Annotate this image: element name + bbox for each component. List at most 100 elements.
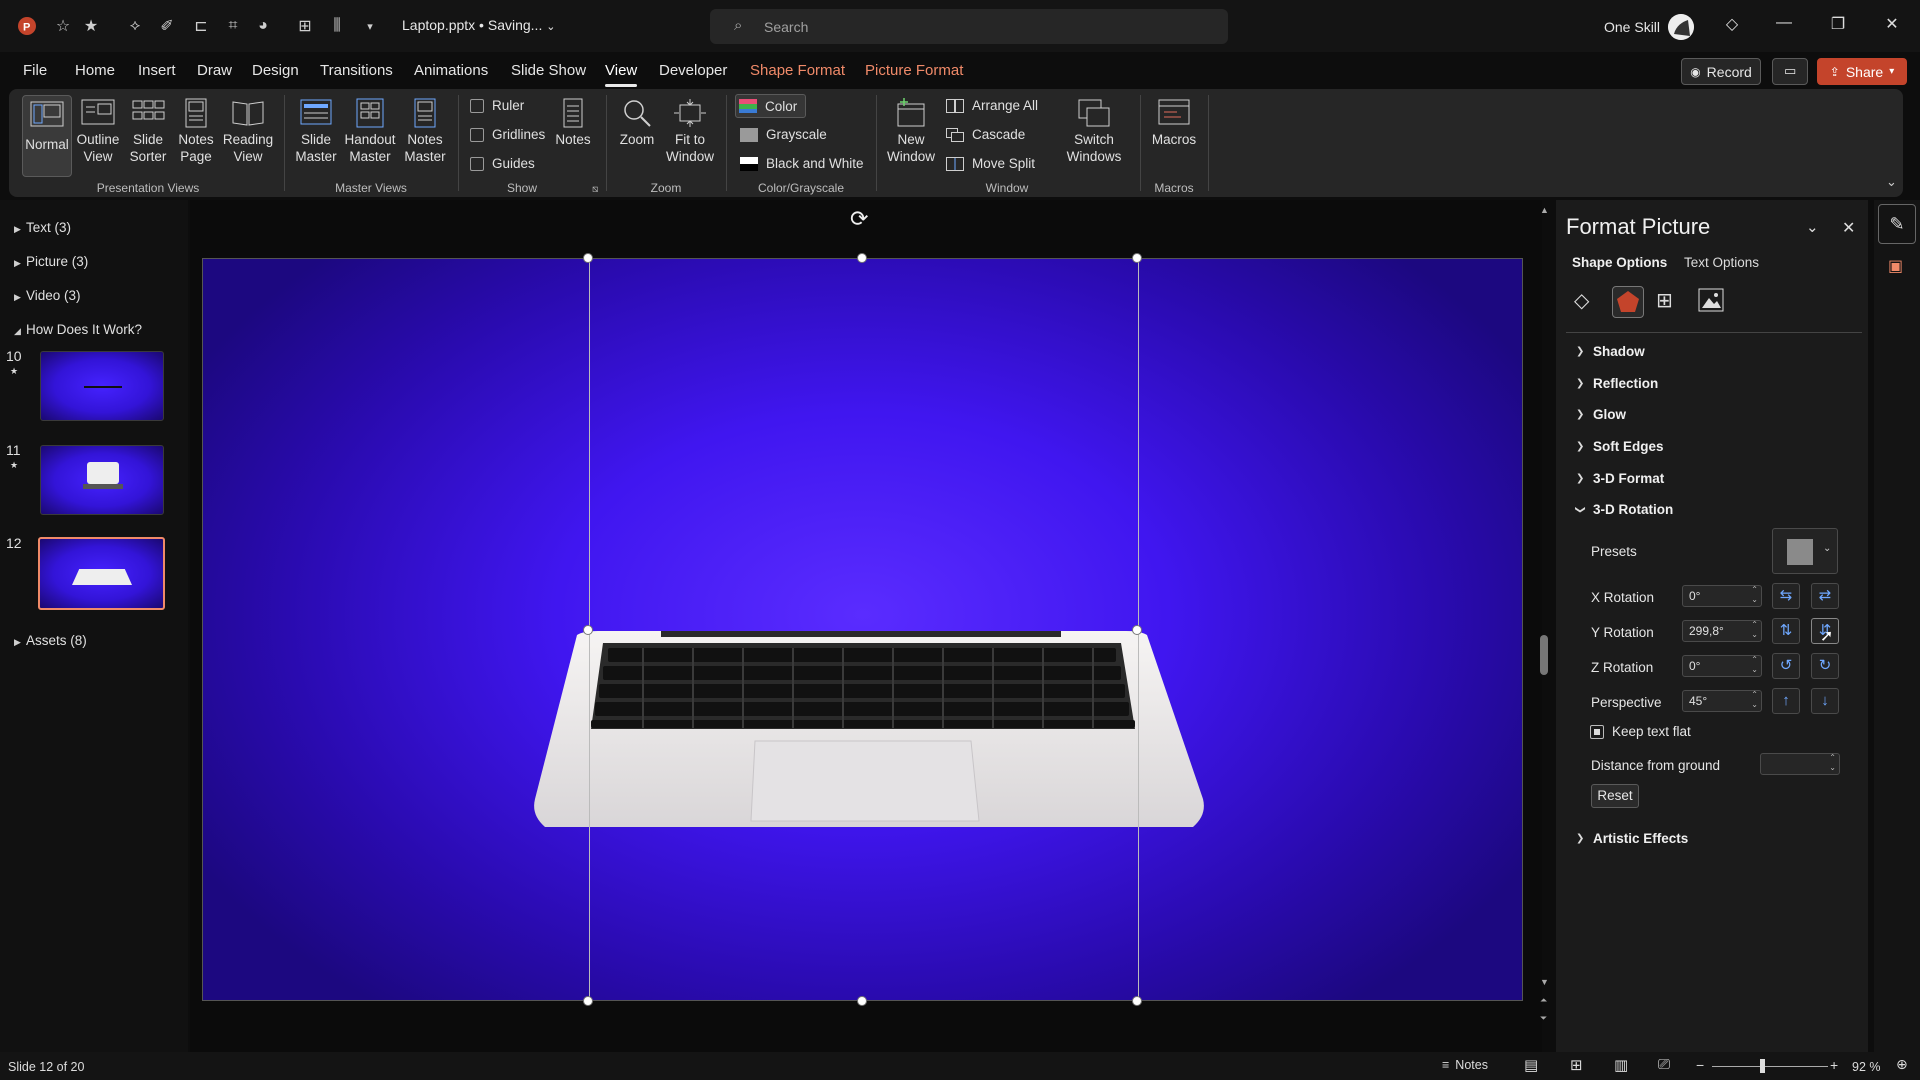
favorite-icon[interactable]: ★ (80, 15, 102, 37)
zoom-in-icon[interactable]: + (1830, 1057, 1838, 1073)
shape-icon[interactable]: ⟡ (124, 15, 146, 37)
y-rotate-up-icon[interactable]: ⇅ (1772, 618, 1800, 644)
perspective-increase-icon[interactable]: ↑ (1772, 688, 1800, 714)
minimize-button[interactable]: — (1772, 14, 1796, 38)
tab-slide-show[interactable]: Slide Show (511, 62, 586, 79)
autosave-icon[interactable]: ☆ (52, 15, 74, 37)
tab-draw[interactable]: Draw (197, 62, 232, 79)
section-text[interactable]: ▶ Text (3) (14, 220, 71, 235)
resize-handle[interactable] (583, 253, 593, 263)
crop-icon[interactable]: ⌗ (222, 15, 244, 37)
zoom-slider-thumb[interactable] (1760, 1059, 1765, 1073)
zoom-slider[interactable] (1712, 1066, 1828, 1067)
fit-slide-icon[interactable]: ⊕ (1896, 1056, 1908, 1073)
pane-options-chevron-icon[interactable]: ⌄ (1806, 218, 1819, 236)
format-pane-toggle-icon[interactable]: ✎ (1878, 204, 1916, 244)
glow-section[interactable]: ❯ Glow (1576, 407, 1626, 422)
resize-handle[interactable] (583, 996, 593, 1006)
resize-handle[interactable] (1132, 253, 1142, 263)
slide-sorter-button[interactable]: Slide Sorter (124, 98, 172, 165)
resize-handle[interactable] (1132, 996, 1142, 1006)
search-box[interactable]: ⌕ Search (710, 9, 1228, 44)
arrange-icon[interactable]: ⊞ (294, 15, 316, 37)
notes-button[interactable]: Notes (550, 98, 596, 148)
perspective-input[interactable]: 45° (1682, 690, 1762, 712)
tab-home[interactable]: Home (75, 62, 115, 79)
3d-rotation-section[interactable]: ❯ 3-D Rotation (1575, 502, 1674, 517)
slide-canvas[interactable] (202, 258, 1523, 1002)
arrange-all-button[interactable]: Arrange All (946, 98, 1038, 113)
slide-sorter-status-icon[interactable]: ⊞ (1570, 1056, 1583, 1074)
tab-shape-format[interactable]: Shape Format (750, 62, 845, 79)
x-rotate-right-icon[interactable]: ⇄ (1811, 583, 1839, 609)
reflection-section[interactable]: ❯ Reflection (1576, 376, 1658, 391)
scroll-up-icon[interactable]: ▲ (1540, 205, 1549, 215)
notes-toggle[interactable]: ≡ Notes (1442, 1058, 1488, 1072)
scrollbar-thumb[interactable] (1540, 635, 1548, 675)
outline-view-button[interactable]: Outline View (74, 98, 122, 165)
previous-slide-icon[interactable]: ⏶ (1540, 995, 1547, 1006)
distribute-icon[interactable]: ⫼ (326, 15, 348, 37)
move-split-button[interactable]: Move Split (946, 156, 1035, 171)
dialog-launcher-icon[interactable]: ⧅ (592, 184, 598, 195)
keep-text-flat-checkbox[interactable] (1590, 725, 1604, 739)
tab-file[interactable]: File (23, 62, 47, 79)
tab-developer[interactable]: Developer (659, 62, 727, 79)
share-button[interactable]: ⇪ Share ▾ (1817, 58, 1907, 85)
z-rotate-right-icon[interactable]: ↻ (1811, 653, 1839, 679)
reading-view-button[interactable]: Reading View (222, 98, 274, 165)
slide-thumbnail-12[interactable] (38, 537, 165, 610)
document-title[interactable]: Laptop.pptx • Saving... ⌄ (402, 17, 555, 33)
next-slide-icon[interactable]: ⏷ (1540, 1013, 1547, 1024)
slideshow-status-icon[interactable]: ⎚ (1658, 1056, 1670, 1073)
perspective-decrease-icon[interactable]: ↓ (1811, 688, 1839, 714)
fill-line-icon[interactable]: ◇ (1574, 288, 1602, 316)
format-painter-icon[interactable]: ✐ (156, 15, 178, 37)
customize-qat-icon[interactable]: ▾ (359, 15, 381, 37)
zoom-out-icon[interactable]: − (1696, 1057, 1704, 1073)
zoom-level[interactable]: 92 % (1852, 1060, 1881, 1074)
picture-icon[interactable] (1698, 288, 1724, 312)
3d-format-section[interactable]: ❯ 3-D Format (1576, 471, 1664, 486)
avatar[interactable] (1668, 14, 1694, 40)
align-icon[interactable]: ⊏ (190, 15, 212, 37)
slide-thumbnail-10[interactable] (40, 351, 164, 421)
tab-shape-options[interactable]: Shape Options (1572, 255, 1667, 270)
slide-master-button[interactable]: Slide Master (292, 98, 340, 165)
normal-view-button[interactable]: Normal (22, 95, 72, 177)
section-picture[interactable]: ▶ Picture (3) (14, 254, 88, 269)
section-assets[interactable]: ▶ Assets (8) (14, 633, 87, 648)
guides-checkbox[interactable]: Guides (470, 156, 535, 171)
notes-master-button[interactable]: Notes Master (400, 98, 450, 165)
tab-animations[interactable]: Animations (414, 62, 488, 79)
size-properties-icon[interactable]: ⊞ (1656, 288, 1673, 313)
y-rotation-input[interactable]: 299,8° (1682, 620, 1762, 642)
tab-text-options[interactable]: Text Options (1684, 255, 1759, 270)
tab-design[interactable]: Design (252, 62, 299, 79)
section-video[interactable]: ▶ Video (3) (14, 288, 81, 303)
x-rotation-input[interactable]: 0° (1682, 585, 1762, 607)
section-how-does-it-work[interactable]: ◢ How Does It Work? (14, 322, 142, 337)
resize-handle[interactable] (857, 253, 867, 263)
designer-icon[interactable]: ▣ (1888, 256, 1903, 276)
tab-picture-format[interactable]: Picture Format (865, 62, 963, 79)
resize-handle[interactable] (857, 996, 867, 1006)
vertical-scrollbar[interactable]: ▲ ▼ ⏶ ⏷ (1540, 205, 1549, 1035)
close-button[interactable]: ✕ (1880, 14, 1904, 38)
distance-from-ground-input[interactable] (1760, 753, 1840, 775)
macros-button[interactable]: Macros (1148, 98, 1200, 148)
diamond-icon[interactable]: ◇ (1720, 14, 1744, 38)
grayscale-button[interactable]: Grayscale (740, 127, 827, 142)
collapse-ribbon-icon[interactable]: ⌄ (1886, 174, 1897, 190)
x-rotate-left-icon[interactable]: ⇆ (1772, 583, 1800, 609)
normal-view-status-icon[interactable]: ▤ (1524, 1056, 1538, 1074)
record-button[interactable]: ◉ Record (1681, 58, 1761, 85)
switch-windows-button[interactable]: Switch Windows (1056, 98, 1132, 165)
close-pane-icon[interactable]: ✕ (1842, 218, 1855, 238)
z-rotate-left-icon[interactable]: ↺ (1772, 653, 1800, 679)
cascade-button[interactable]: Cascade (946, 127, 1025, 142)
user-name[interactable]: One Skill (1604, 19, 1660, 35)
resize-handle[interactable] (1132, 625, 1142, 635)
fill-icon[interactable]: ◕ (252, 15, 274, 37)
notes-page-button[interactable]: Notes Page (172, 98, 220, 165)
